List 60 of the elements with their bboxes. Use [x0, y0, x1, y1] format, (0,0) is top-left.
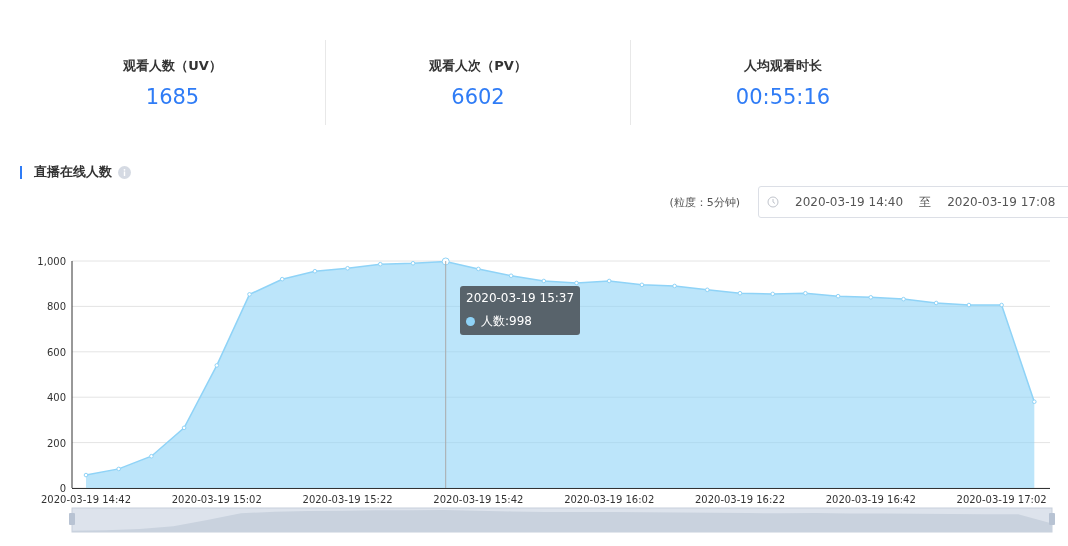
stat-label: 观看人数（UV）	[123, 56, 222, 75]
data-point	[966, 302, 972, 308]
data-point	[574, 280, 579, 286]
data-point	[999, 302, 1004, 308]
x-tick-label: 2020-03-19 16:42	[825, 494, 916, 505]
data-point	[83, 472, 89, 478]
data-point	[705, 287, 710, 293]
data-point	[378, 261, 383, 267]
stat-label: 观看人次（PV）	[429, 56, 527, 75]
data-point	[835, 293, 841, 299]
x-tick-label: 2020-03-19 14:42	[40, 494, 132, 505]
stat-value: 1685	[145, 84, 200, 109]
stat-label: 人均观看时长	[744, 56, 822, 75]
stat-value: 6602	[451, 84, 505, 109]
data-point	[803, 290, 808, 296]
data-point	[476, 266, 481, 272]
data-point	[933, 300, 939, 306]
x-tick-label: 2020-03-19 16:02	[564, 494, 655, 505]
section-marker	[20, 165, 22, 179]
zoom-slider[interactable]	[69, 507, 1055, 533]
x-tick-label: 2020-03-19 17:02	[956, 494, 1047, 505]
data-point	[672, 283, 677, 289]
data-point	[868, 295, 874, 300]
granularity-label: (粒度：5分钟)	[669, 194, 740, 210]
section-title: 直播在线人数	[34, 163, 112, 181]
x-tick-label: 2020-03-19 15:42	[433, 494, 524, 505]
x-tick-label: 2020-03-19 15:22	[302, 494, 393, 505]
data-point	[149, 453, 154, 459]
data-point	[279, 276, 285, 282]
data-point	[770, 291, 775, 297]
data-point	[214, 363, 220, 368]
data-point	[181, 425, 187, 431]
data-point	[639, 282, 645, 288]
tooltip-value: 人数:998	[481, 313, 532, 330]
clock-icon	[767, 196, 779, 208]
tooltip-title: 2020-03-19 15:37	[466, 291, 575, 305]
data-point	[116, 466, 121, 472]
y-tick-label: 0	[59, 483, 66, 494]
y-tick-label: 1,000	[37, 256, 66, 267]
data-point	[606, 278, 612, 284]
date-range-field[interactable]: 2020-03-19 14:40 至 2020-03-19 17:08	[758, 186, 1068, 218]
data-point	[345, 265, 350, 271]
data-point	[508, 273, 514, 279]
data-point	[901, 296, 906, 302]
stat-value: 00:55:16	[735, 84, 831, 109]
y-tick-label: 800	[46, 301, 66, 313]
series-marker	[466, 317, 475, 326]
data-point	[541, 278, 547, 284]
data-point	[247, 292, 252, 297]
data-point	[410, 260, 416, 266]
data-point	[737, 290, 743, 296]
data-point	[441, 257, 450, 266]
y-tick-label: 400	[46, 392, 66, 404]
x-tick-label: 2020-03-19 16:22	[694, 494, 786, 505]
data-point	[312, 268, 318, 274]
x-tick-label: 2020-03-19 15:02	[171, 494, 262, 505]
y-tick-label: 200	[46, 437, 66, 449]
data-point	[1032, 399, 1037, 405]
y-tick-label: 600	[46, 346, 66, 358]
info-icon[interactable]	[118, 165, 131, 179]
